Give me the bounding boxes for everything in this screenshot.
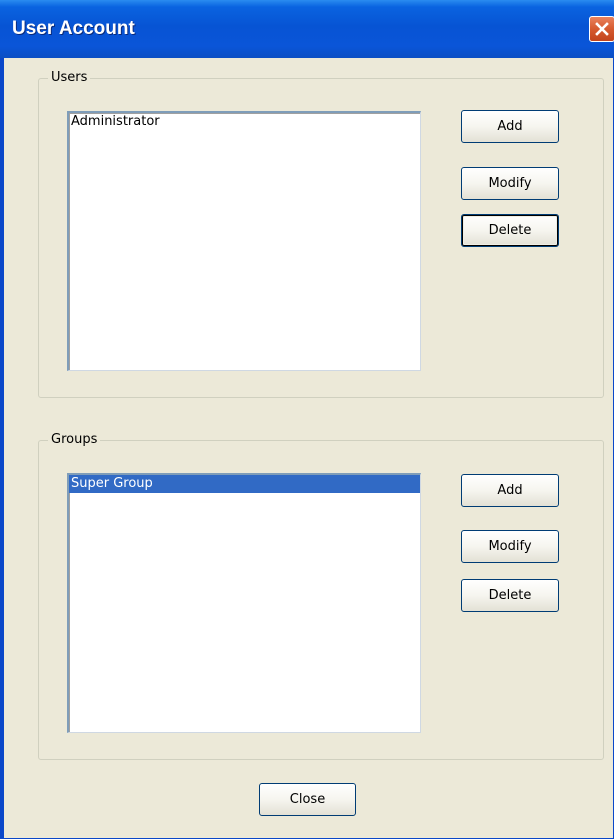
close-icon [595, 22, 609, 36]
groups-delete-button[interactable]: Delete [461, 579, 559, 612]
users-delete-button[interactable]: Delete [461, 214, 559, 247]
window-close-button[interactable] [589, 16, 614, 42]
groups-legend: Groups [48, 432, 101, 448]
groups-list-item[interactable]: Super Group [69, 475, 420, 493]
users-listbox[interactable]: Administrator [67, 111, 421, 371]
groups-groupbox: Groups Super Group Add Modify Delete [38, 432, 604, 760]
close-button[interactable]: Close [259, 783, 356, 816]
users-list-item[interactable]: Administrator [69, 113, 420, 131]
window-title: User Account [12, 18, 135, 39]
users-add-button[interactable]: Add [461, 110, 559, 143]
users-modify-button[interactable]: Modify [461, 167, 559, 200]
groups-add-button[interactable]: Add [461, 474, 559, 507]
users-legend: Users [48, 70, 91, 86]
title-bar[interactable]: User Account [0, 0, 614, 58]
users-groupbox: Users Administrator Add Modify Delete [38, 70, 604, 398]
groups-modify-button[interactable]: Modify [461, 530, 559, 563]
user-account-dialog: User Account Users Administrator Add Mod… [0, 0, 614, 839]
groups-listbox[interactable]: Super Group [67, 473, 421, 733]
